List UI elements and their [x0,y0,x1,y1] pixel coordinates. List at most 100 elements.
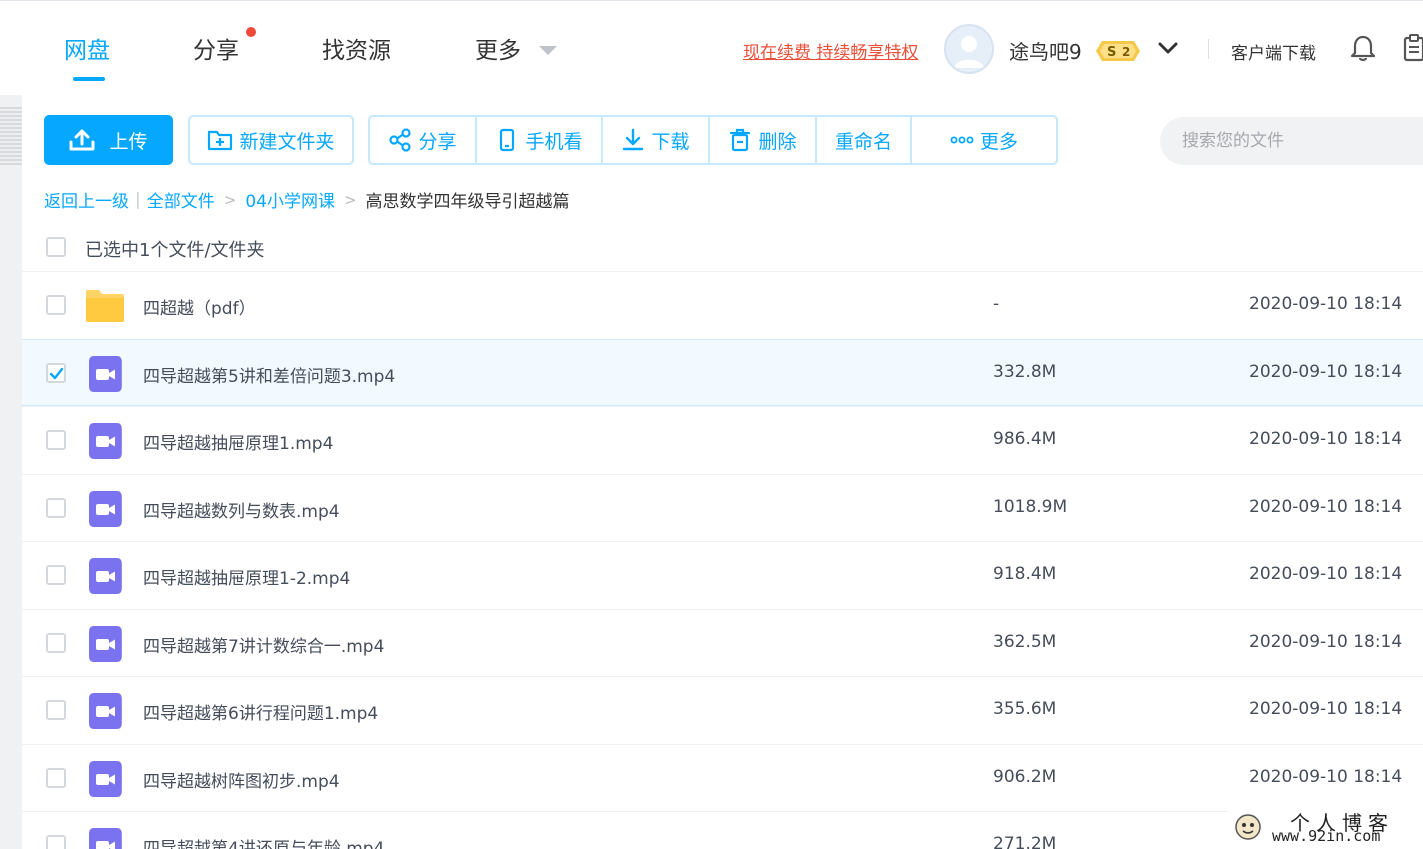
vip-badge-icon[interactable]: S 2 [1094,39,1142,63]
file-size: 355.6M [993,699,1057,719]
file-panel: 上传 新建文件夹 分享 手机看 下载 删除 重命名 更多 搜索您的文件 返回上一… [22,95,1423,849]
video-file-icon [89,828,122,849]
bell-icon[interactable] [1350,34,1376,62]
file-size: 271.2M [993,834,1057,849]
table-row[interactable]: 四超越（pdf） - 2020-09-10 18:14 [22,271,1423,339]
file-name[interactable]: 四导超越抽屉原理1.mp4 [143,429,333,454]
file-date: 2020-09-10 18:14 [1249,361,1403,382]
clipboard-icon[interactable] [1403,34,1423,62]
username[interactable]: 途鸟吧9 [1009,36,1082,65]
watermark-logo-icon [1235,814,1261,840]
file-size: 986.4M [993,429,1057,449]
chevron-down-icon[interactable] [1158,41,1178,55]
row-checkbox[interactable] [46,835,66,849]
mobile-view-label: 手机看 [525,130,583,153]
search-input[interactable] [1160,117,1423,165]
video-file-icon [89,693,122,729]
rename-button[interactable]: 重命名 [817,117,912,163]
file-date: 2020-09-10 18:14 [1249,766,1403,787]
row-checkbox[interactable] [46,632,66,653]
new-folder-button[interactable]: 新建文件夹 [188,115,354,165]
video-file-icon [89,760,122,797]
table-row[interactable]: 四导超越第5讲和差倍问题3.mp4 332.8M 2020-09-10 18:14 [22,338,1423,406]
file-size: 1018.9M [993,496,1068,517]
vip-level: 2 [1122,45,1130,59]
rename-label: 重命名 [834,130,892,153]
download-label: 下载 [651,130,690,153]
nav-divider [1208,39,1209,59]
breadcrumb-folder-link[interactable]: 04小学网课 [245,187,335,212]
more-dots-icon [950,136,974,144]
file-size: 362.5M [993,631,1057,652]
tab-netdisk[interactable]: 网盘 [64,31,110,65]
client-download-link[interactable]: 客户端下载 [1231,39,1316,64]
table-row[interactable]: 四导超越抽屉原理1-2.mp4 918.4M 2020-09-10 18:14 [22,541,1423,609]
breadcrumb-separator: > [343,190,357,209]
upload-label: 上传 [109,130,148,153]
row-checkbox[interactable] [46,295,66,315]
phone-icon [500,128,515,152]
row-checkbox[interactable] [46,362,66,383]
file-name[interactable]: 四导超越第7讲计数综合一.mp4 [143,632,384,657]
more-actions-button[interactable]: 更多 [912,117,1056,163]
sidebar-collapse-handle[interactable] [0,107,22,165]
row-checkbox[interactable] [46,700,66,720]
row-checkbox[interactable] [46,767,66,788]
video-file-icon [89,490,122,527]
tab-find-resources[interactable]: 找资源 [322,31,391,65]
file-date: 2020-09-10 18:14 [1249,631,1403,652]
file-name[interactable]: 四导超越第6讲行程问题1.mp4 [143,699,378,724]
file-action-group: 分享 手机看 下载 删除 重命名 更多 [368,115,1058,165]
video-file-icon [89,558,122,594]
top-navigation: 网盘 分享 找资源 更多 现在续费 持续畅享特权 途鸟吧9 S 2 客户端下载 [0,0,1423,95]
caret-down-icon[interactable] [539,46,557,55]
video-file-icon [89,423,122,459]
watermark: 个人博客 www.92in.com [1228,805,1423,849]
selection-bar: 已选中1个文件/文件夹 [22,225,1423,271]
table-row[interactable]: 四导超越第7讲计数综合一.mp4 362.5M 2020-09-10 18:14 [22,608,1423,677]
row-checkbox[interactable] [46,565,66,585]
file-date: 2020-09-10 18:14 [1249,496,1403,517]
breadcrumb: 返回上一级 | 全部文件 > 04小学网课 > 高思数学四年级导引超越篇 [44,187,570,213]
row-checkbox[interactable] [46,497,66,518]
download-button[interactable]: 下载 [603,117,710,163]
table-row[interactable]: 四导超越树阵图初步.mp4 906.2M 2020-09-10 18:14 [22,743,1423,812]
share-icon [389,128,412,152]
watermark-url: www.92in.com [1272,827,1381,845]
delete-button[interactable]: 删除 [710,117,817,163]
file-name[interactable]: 四超越（pdf） [143,294,256,319]
upload-button[interactable]: 上传 [44,115,173,165]
file-date: 2020-09-10 18:14 [1249,699,1403,719]
selection-count-text: 已选中1个文件/文件夹 [85,240,265,261]
file-date: 2020-09-10 18:14 [1249,294,1403,314]
tab-share[interactable]: 分享 [193,31,239,65]
file-name[interactable]: 四导超越抽屉原理1-2.mp4 [143,564,350,589]
breadcrumb-separator: > [223,190,237,209]
renew-promo-link[interactable]: 现在续费 持续畅享特权 [743,38,918,63]
trash-icon [730,128,751,152]
breadcrumb-all-files-link[interactable]: 全部文件 [147,187,215,212]
file-name[interactable]: 四导超越第5讲和差倍问题3.mp4 [143,362,395,387]
netdisk-app: 网盘 分享 找资源 更多 现在续费 持续畅享特权 途鸟吧9 S 2 客户端下载 [0,0,1423,849]
table-row[interactable]: 四导超越数列与数表.mp4 1018.9M 2020-09-10 18:14 [22,473,1423,542]
breadcrumb-current: 高思数学四年级导引超越篇 [365,192,570,212]
share-label: 分享 [418,130,457,153]
active-tab-indicator [73,77,105,81]
file-size: 906.2M [993,766,1057,787]
breadcrumb-back-link[interactable]: 返回上一级 [44,187,129,212]
table-row[interactable]: 四导超越第6讲行程问题1.mp4 355.6M 2020-09-10 18:14 [22,676,1423,744]
table-row[interactable]: 四导超越抽屉原理1.mp4 986.4M 2020-09-10 18:14 [22,406,1423,474]
row-checkbox[interactable] [46,430,66,450]
file-name[interactable]: 四导超越树阵图初步.mp4 [143,767,340,792]
mobile-view-button[interactable]: 手机看 [477,117,603,163]
left-sidebar-edge [0,95,22,849]
share-button[interactable]: 分享 [370,117,477,163]
avatar[interactable] [944,24,994,74]
file-name[interactable]: 四导超越数列与数表.mp4 [143,497,340,522]
select-all-checkbox[interactable] [46,237,66,257]
user-avatar-icon [954,36,984,68]
table-row[interactable]: 四导超越第4讲还原与年龄.mp4 271.2M [22,811,1423,849]
tab-more[interactable]: 更多 [475,31,521,65]
file-name[interactable]: 四导超越第4讲还原与年龄.mp4 [143,834,384,849]
new-folder-icon [208,130,233,151]
